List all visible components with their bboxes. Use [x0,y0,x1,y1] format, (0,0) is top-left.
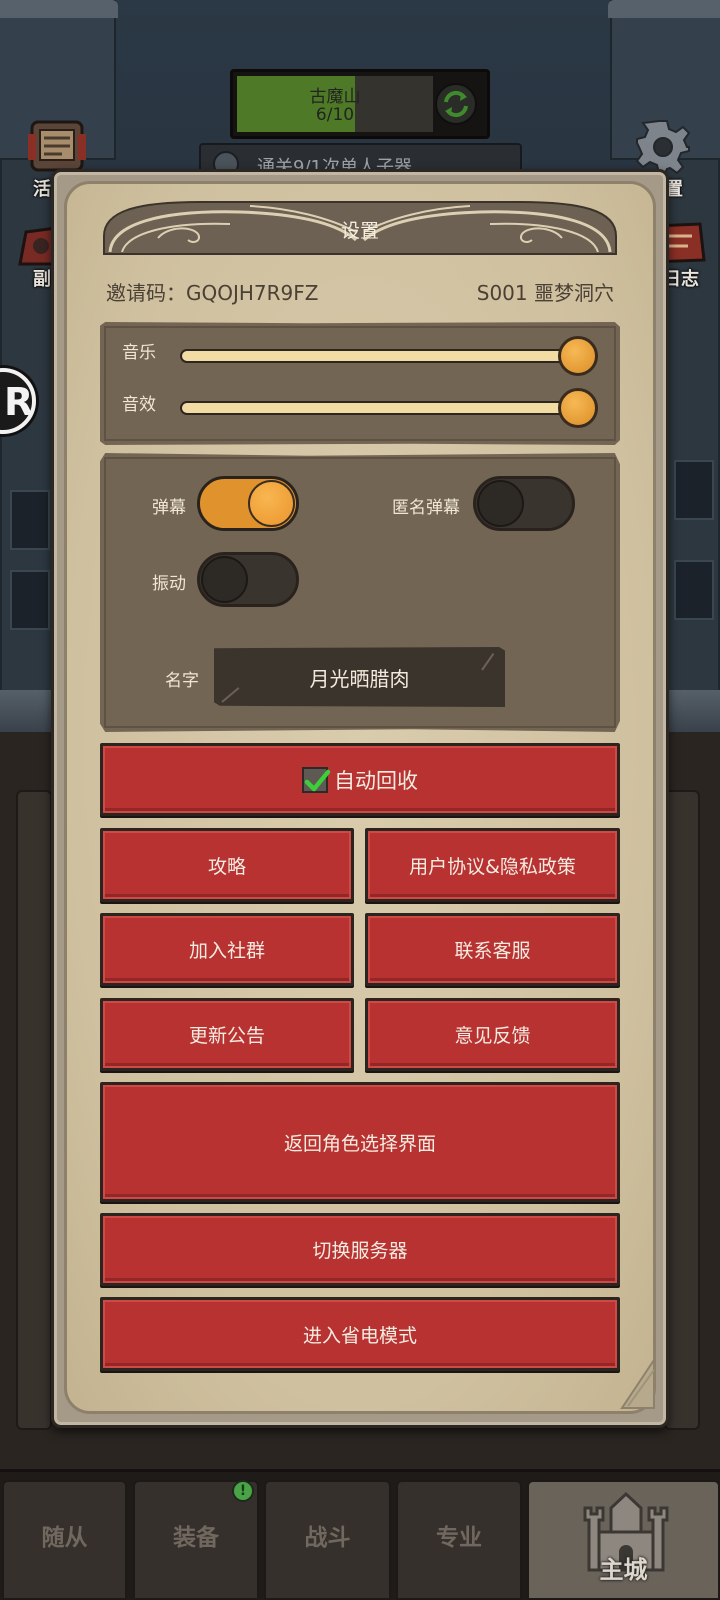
agreement-privacy-button[interactable]: 用户协议&隐私政策 [365,828,620,902]
toggle-knob [248,480,295,527]
game-screen: 古魔山 6/10 通关9/1次单人子器 活 副 置 日志 R 随从 装备 ! 战… [0,0,720,1600]
left-card-edge [16,790,52,1430]
settings-dialog: 设置 邀请码：GQOJH7R9FZ S001 噩梦洞穴 音乐 音效 弹幕 匿名弹… [0,0,720,1600]
scroll-icon[interactable] [26,116,88,176]
refresh-icon[interactable] [434,82,478,126]
music-label: 音乐 [122,343,156,363]
checkmark-icon [304,769,331,791]
tab-label: 战斗 [304,1525,351,1551]
invite-code: 邀请码：GQOJH7R9FZ [106,277,318,306]
guide-button[interactable]: 攻略 [100,828,354,902]
gear-icon[interactable] [634,118,692,176]
right-card-edge [664,790,700,1430]
name-field[interactable] [214,647,505,707]
quest-title: 古魔山 [309,87,361,107]
vibration-toggle[interactable] [197,552,299,607]
left-icon-label-1: 活 [33,179,51,200]
anonymous-danmaku-toggle[interactable] [473,476,575,531]
sfx-slider-track[interactable] [180,401,598,415]
name-input[interactable] [214,647,505,707]
back-to-character-select-button[interactable]: 返回角色选择界面 [100,1082,620,1202]
edge-badge-letter: R [4,380,34,424]
sfx-slider-knob[interactable] [558,388,598,428]
tab-label: 随从 [41,1525,88,1551]
auto-recycle-label: 自动回收 [334,768,418,793]
page-curl [620,1360,655,1409]
tab-profession[interactable]: 专业 [396,1480,522,1600]
music-slider-track[interactable] [180,349,598,363]
tab-label: 主城 [599,1556,648,1584]
join-community-button[interactable]: 加入社群 [100,913,354,986]
invite-label: 邀请码： [106,281,186,305]
contact-support-button[interactable]: 联系客服 [365,913,620,986]
tab-main-city[interactable]: 主城 [527,1480,720,1600]
sfx-slider[interactable] [180,388,598,428]
auto-recycle-checkbox[interactable] [302,766,331,793]
toggle-knob [201,556,248,603]
quest-count: 6/10 [315,105,355,125]
music-slider[interactable] [180,336,598,376]
tab-label: 专业 [436,1525,482,1551]
power-saving-mode-button[interactable]: 进入省电模式 [100,1297,620,1371]
anonymous-danmaku-label: 匿名弹幕 [392,498,460,518]
sfx-label: 音效 [122,395,156,415]
tab-followers[interactable]: 随从 [2,1480,127,1600]
tab-battle[interactable]: 战斗 [264,1480,391,1600]
equipment-notification-badge: ! [232,1480,254,1502]
quest-progress-track: 古魔山 6/10 [237,76,433,132]
music-slider-knob[interactable] [558,336,598,376]
server-name: S001 噩梦洞穴 [476,281,614,305]
toggle-knob [477,480,524,527]
name-label: 名字 [165,671,199,691]
tab-label: 装备 [173,1525,219,1551]
feedback-button[interactable]: 意见反馈 [365,998,620,1071]
invite-code-value: GQOJH7R9FZ [186,281,319,305]
left-icon-label-2: 副 [33,269,51,290]
switch-server-button[interactable]: 切换服务器 [100,1213,620,1286]
auto-recycle-button[interactable]: 自动回收 [100,743,620,816]
danmaku-label: 弹幕 [152,498,186,518]
danmaku-toggle[interactable] [197,476,299,531]
vibration-label: 振动 [152,574,186,594]
dialog-title: 设置 [340,220,379,242]
update-notice-button[interactable]: 更新公告 [100,998,354,1071]
